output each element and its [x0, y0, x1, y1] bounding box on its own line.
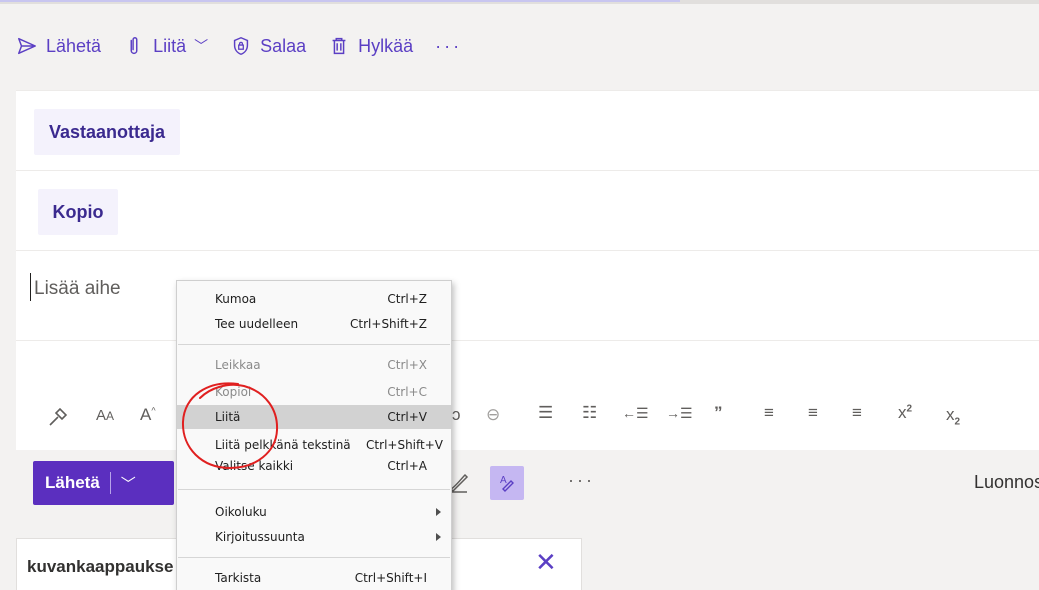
shield-lock-icon [230, 35, 252, 57]
formatting-toolbar: AA A^ ↄ ⊖ ☰ ☷ ←☰ →☰ ” ≡ ≡ ≡ x2 x2 [16, 391, 1039, 447]
send-options-chevron-icon[interactable]: ﹀ [121, 473, 136, 494]
format-painter-icon[interactable] [46, 405, 70, 434]
to-button[interactable]: Vastaanottaja [34, 109, 180, 155]
svg-text:A: A [500, 475, 507, 486]
attach-command[interactable]: Liitä ﹀ [123, 35, 208, 57]
context-menu: Kumoa Ctrl+Z Tee uudelleen Ctrl+Shift+Z … [176, 280, 452, 590]
decrease-indent-icon[interactable]: ←☰ [622, 405, 649, 422]
subscript-icon[interactable]: x2 [946, 405, 960, 427]
encrypt-command[interactable]: Salaa [230, 35, 306, 57]
align-left-icon[interactable]: ≡ [764, 403, 774, 423]
menu-item-undo[interactable]: Kumoa Ctrl+Z [177, 287, 451, 311]
send-icon [16, 35, 38, 57]
menu-item-cut[interactable]: Leikkaa Ctrl+X [177, 353, 451, 377]
increase-indent-icon[interactable]: →☰ [666, 405, 693, 422]
menu-separator [178, 489, 450, 490]
send-button-label: Lähetä [45, 473, 100, 492]
menu-item-inspect[interactable]: Tarkista Ctrl+Shift+I [177, 566, 451, 590]
subject-row [16, 251, 1039, 341]
send-bar: Lähetä ﹀ A ··· Luonnos ta [16, 452, 1039, 514]
discard-command[interactable]: Hylkää [328, 35, 413, 57]
more-options-icon[interactable]: ··· [435, 36, 462, 57]
remove-attachment-close-icon[interactable]: ✕ [535, 547, 557, 578]
submenu-arrow-icon [436, 533, 441, 541]
menu-separator [178, 344, 450, 345]
text-caret [30, 273, 31, 301]
menu-item-writing-direction[interactable]: Kirjoitussuunta [177, 525, 451, 549]
trash-icon [328, 35, 350, 57]
send-button[interactable]: Lähetä ﹀ [33, 461, 174, 505]
highlight-icon[interactable]: A [490, 466, 524, 500]
chevron-down-icon: ﹀ [194, 38, 209, 54]
cc-row: Kopio [16, 171, 1039, 251]
more-format-options-icon[interactable]: ··· [568, 470, 595, 491]
menu-item-spellcheck[interactable]: Oikoluku [177, 500, 451, 524]
paperclip-icon [123, 35, 145, 57]
quote-icon[interactable]: ” [714, 403, 723, 423]
font-size-icon[interactable]: AA [96, 407, 114, 424]
send-button-separator [109, 472, 111, 494]
command-bar: Lähetä Liitä ﹀ Salaa Hylkää ··· [0, 4, 1039, 88]
link-icon[interactable]: ↄ [452, 405, 461, 425]
align-right-icon[interactable]: ≡ [852, 403, 862, 423]
menu-item-paste[interactable]: Liitä Ctrl+V [177, 405, 451, 429]
discard-command-label: Hylkää [358, 35, 414, 56]
grow-font-icon[interactable]: A^ [140, 405, 156, 425]
draft-status: Luonnos ta [974, 472, 1039, 492]
submenu-arrow-icon [436, 508, 441, 516]
menu-item-select-all[interactable]: Valitse kaikki Ctrl+A [177, 454, 451, 478]
attachment-name: kuvankaappaukse [27, 557, 174, 576]
send-command[interactable]: Lähetä [16, 35, 101, 57]
align-center-icon[interactable]: ≡ [808, 403, 818, 423]
attach-command-label: Liitä [153, 35, 187, 56]
superscript-icon[interactable]: x2 [898, 403, 912, 423]
menu-item-redo[interactable]: Tee uudelleen Ctrl+Shift+Z [177, 312, 451, 336]
remove-link-icon[interactable]: ⊖ [486, 405, 500, 425]
bullets-icon[interactable]: ☰ [538, 403, 553, 423]
encrypt-command-label: Salaa [260, 35, 307, 56]
compose-card: Vastaanottaja Kopio AA A^ ↄ ⊖ ☰ ☷ ←☰ →☰ … [16, 90, 1039, 450]
menu-separator [178, 557, 450, 558]
send-command-label: Lähetä [46, 35, 102, 56]
to-row: Vastaanottaja [16, 91, 1039, 171]
menu-item-copy[interactable]: Kopioi Ctrl+C [177, 380, 451, 404]
numbering-icon[interactable]: ☷ [582, 403, 597, 423]
cc-button[interactable]: Kopio [38, 189, 118, 235]
top-border-accent [0, 0, 680, 2]
